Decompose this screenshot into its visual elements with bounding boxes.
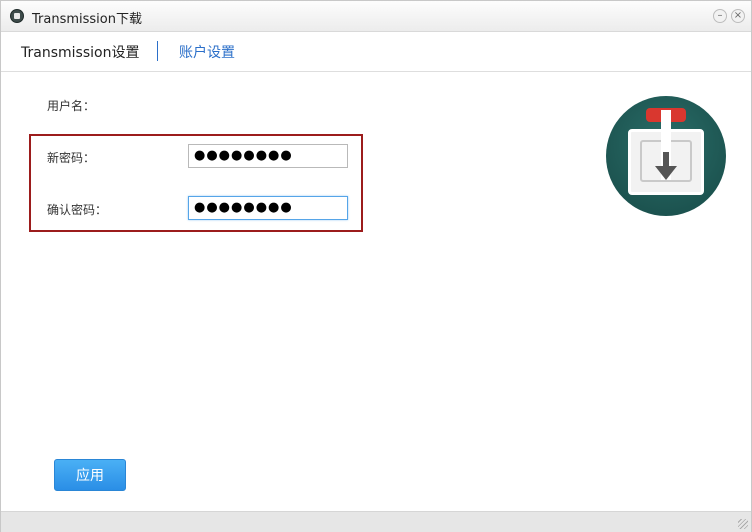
status-bar [1,511,751,532]
tab-account-settings[interactable]: 账户设置 [179,42,235,62]
tab-divider [157,41,158,61]
confirm-password-label: 确认密码： [47,203,108,217]
tab-bar: Transmission设置 账户设置 [1,32,751,72]
confirm-password-input[interactable]: ●●●●●●●● [188,196,348,220]
transmission-logo-icon [606,96,726,216]
username-label: 用户名： [47,99,96,113]
window-title: Transmission下载 [32,12,142,27]
transmission-icon [10,9,24,23]
apply-button[interactable]: 应用 [54,459,126,491]
app-window: Transmission下载 – × Transmission设置 账户设置 用… [0,0,752,532]
download-arrow-icon [655,166,677,180]
new-password-label: 新密码： [47,151,96,165]
resize-grip-icon[interactable] [738,519,748,529]
tab-transmission-settings[interactable]: Transmission设置 [21,42,139,62]
new-password-input[interactable]: ●●●●●●●● [188,144,348,168]
minimize-button[interactable]: – [713,9,727,23]
title-bar: Transmission下载 – × [1,1,751,32]
close-button[interactable]: × [731,9,745,23]
